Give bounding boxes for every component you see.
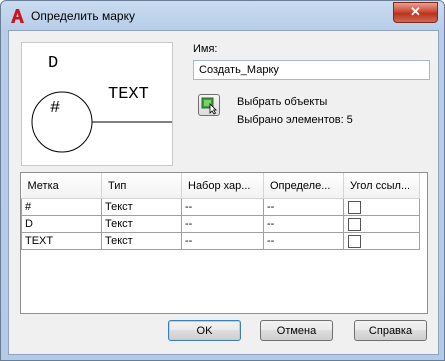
cell-tag[interactable]: D [21,215,102,233]
cancel-button[interactable]: Отмена [260,320,333,341]
title-bar[interactable]: Определить марку ✕ [1,1,444,31]
preview-circle [31,91,93,153]
cell-definition[interactable]: -- [263,215,344,233]
table-row[interactable]: D Текст -- -- [21,215,420,233]
select-objects-button[interactable] [198,94,220,116]
table-row[interactable]: TEXT Текст -- -- [21,232,420,250]
column-header-definition[interactable]: Определе... [263,173,344,199]
cell-type[interactable]: Текст [101,215,182,233]
column-header-tag[interactable]: Метка [21,173,102,199]
close-icon: ✕ [410,4,421,19]
cell-set[interactable]: -- [181,232,264,250]
ref-angle-checkbox[interactable] [348,234,361,248]
cell-ref-angle [343,232,420,250]
column-header-type[interactable]: Тип [101,173,182,199]
close-button[interactable]: ✕ [393,2,438,23]
define-tag-dialog: Определить марку ✕ D # TEXT Имя: Выбрать… [0,0,445,361]
preview-tag-d: D [48,54,58,73]
window-title: Определить марку [31,9,135,23]
help-button[interactable]: Справка [354,320,427,341]
preview-tag-hash: # [50,99,60,118]
cell-set[interactable]: -- [181,215,264,233]
cell-ref-angle [343,215,420,233]
ok-button[interactable]: OK [168,320,241,341]
column-header-set[interactable]: Набор хар... [181,173,264,199]
ref-angle-checkbox[interactable] [348,200,361,214]
cell-tag[interactable]: TEXT [21,232,102,250]
cell-type[interactable]: Текст [101,232,182,250]
cell-type[interactable]: Текст [101,198,182,216]
column-header-ref-angle[interactable]: Угол ссыл... [343,173,420,199]
cell-definition[interactable]: -- [263,232,344,250]
name-input[interactable] [193,60,430,80]
table-row[interactable]: # Текст -- -- [21,198,420,216]
preview-panel: D # TEXT [21,42,173,166]
ref-angle-checkbox[interactable] [348,217,361,231]
select-objects-label: Выбрать объекты [237,96,328,108]
cell-definition[interactable]: -- [263,198,344,216]
cell-tag[interactable]: # [21,198,102,216]
select-objects-icon [201,97,217,115]
cell-ref-angle [343,198,420,216]
preview-tag-text: TEXT [108,85,149,104]
cell-set[interactable]: -- [181,198,264,216]
autocad-logo-icon [11,9,24,23]
selected-count-label: Выбрано элементов: 5 [237,114,353,126]
name-label: Имя: [193,43,218,55]
dialog-body: D # TEXT Имя: Выбрать объекты Выбрано эл… [8,30,439,355]
tags-grid: Метка Тип Набор хар... Определе... Угол … [20,172,428,314]
preview-drawing: D # TEXT [31,54,172,153]
grid-header: Метка Тип Набор хар... Определе... Угол … [21,173,420,199]
